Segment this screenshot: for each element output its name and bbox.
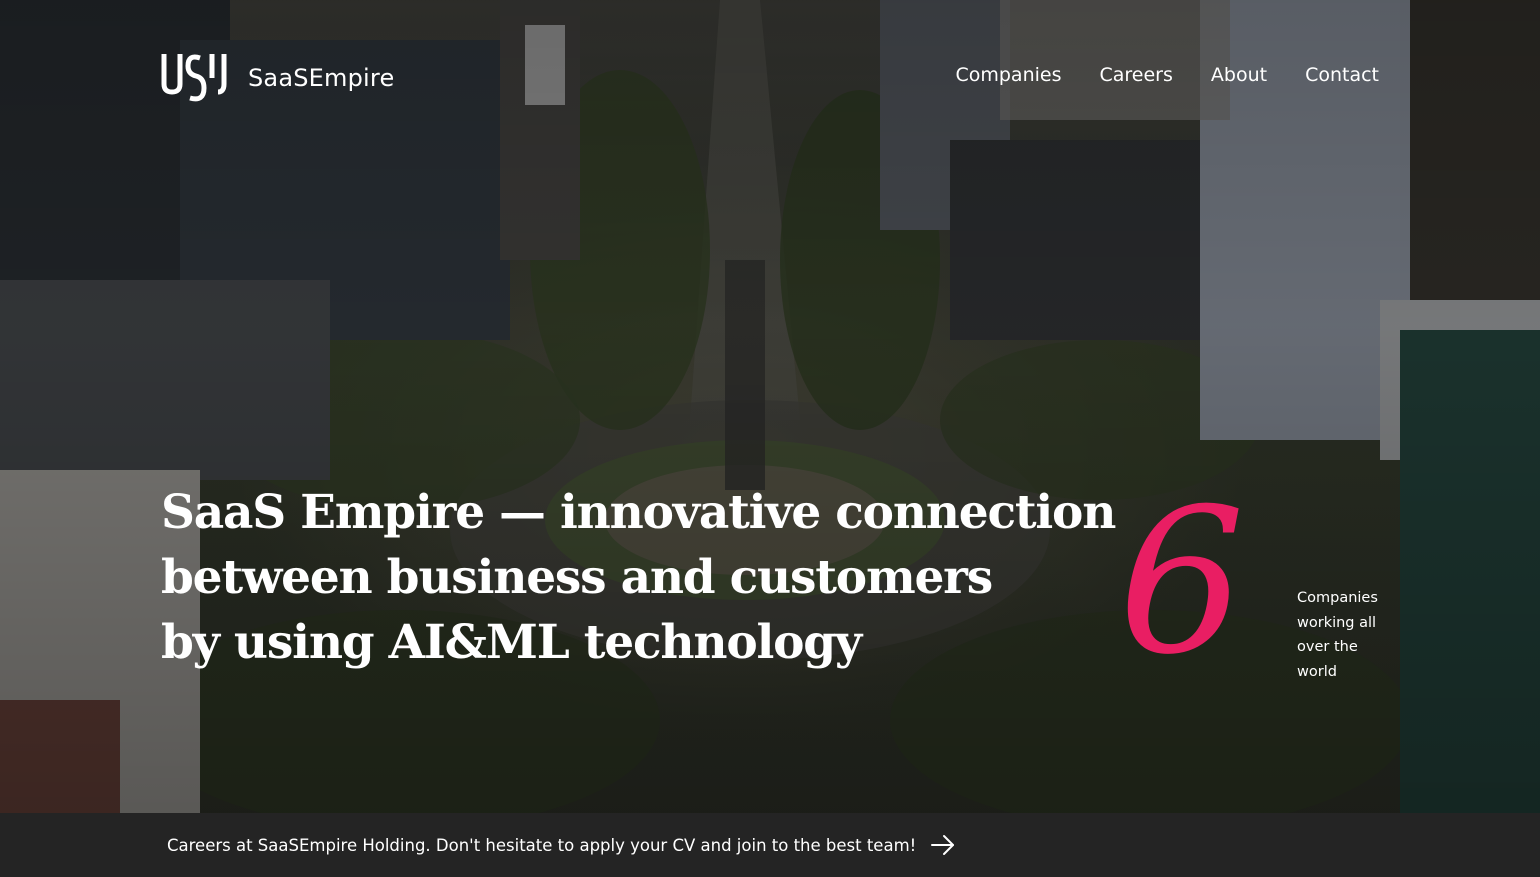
headline-line: SaaS Empire — innovative connection (161, 485, 1116, 540)
careers-banner-text[interactable]: Careers at SaaSEmpire Holding. Don't hes… (167, 836, 916, 855)
nav-item-contact[interactable]: Contact (1305, 64, 1379, 86)
hero-section (0, 0, 1540, 813)
logo-mark-icon (161, 54, 227, 102)
nav-item-companies[interactable]: Companies (955, 64, 1061, 86)
stat-number: 6 (1118, 466, 1246, 699)
brand-logo[interactable]: SaaSEmpire (160, 50, 394, 106)
stat-caption: Companies working all over the world (1297, 590, 1378, 680)
careers-banner[interactable]: Careers at SaaSEmpire Holding. Don't hes… (0, 813, 1540, 877)
hero-headline: SaaS Empire — innovative connection betw… (161, 480, 1141, 675)
nav-item-careers[interactable]: Careers (1099, 64, 1172, 86)
nav-item-about[interactable]: About (1211, 64, 1267, 86)
arrow-right-icon[interactable] (930, 834, 956, 856)
main-nav: Companies Careers About Contact (955, 64, 1379, 86)
headline-line: by using AI&ML technology (161, 615, 862, 670)
brand-name: SaaSEmpire (248, 64, 395, 92)
headline-line: between business and customers (161, 550, 993, 605)
